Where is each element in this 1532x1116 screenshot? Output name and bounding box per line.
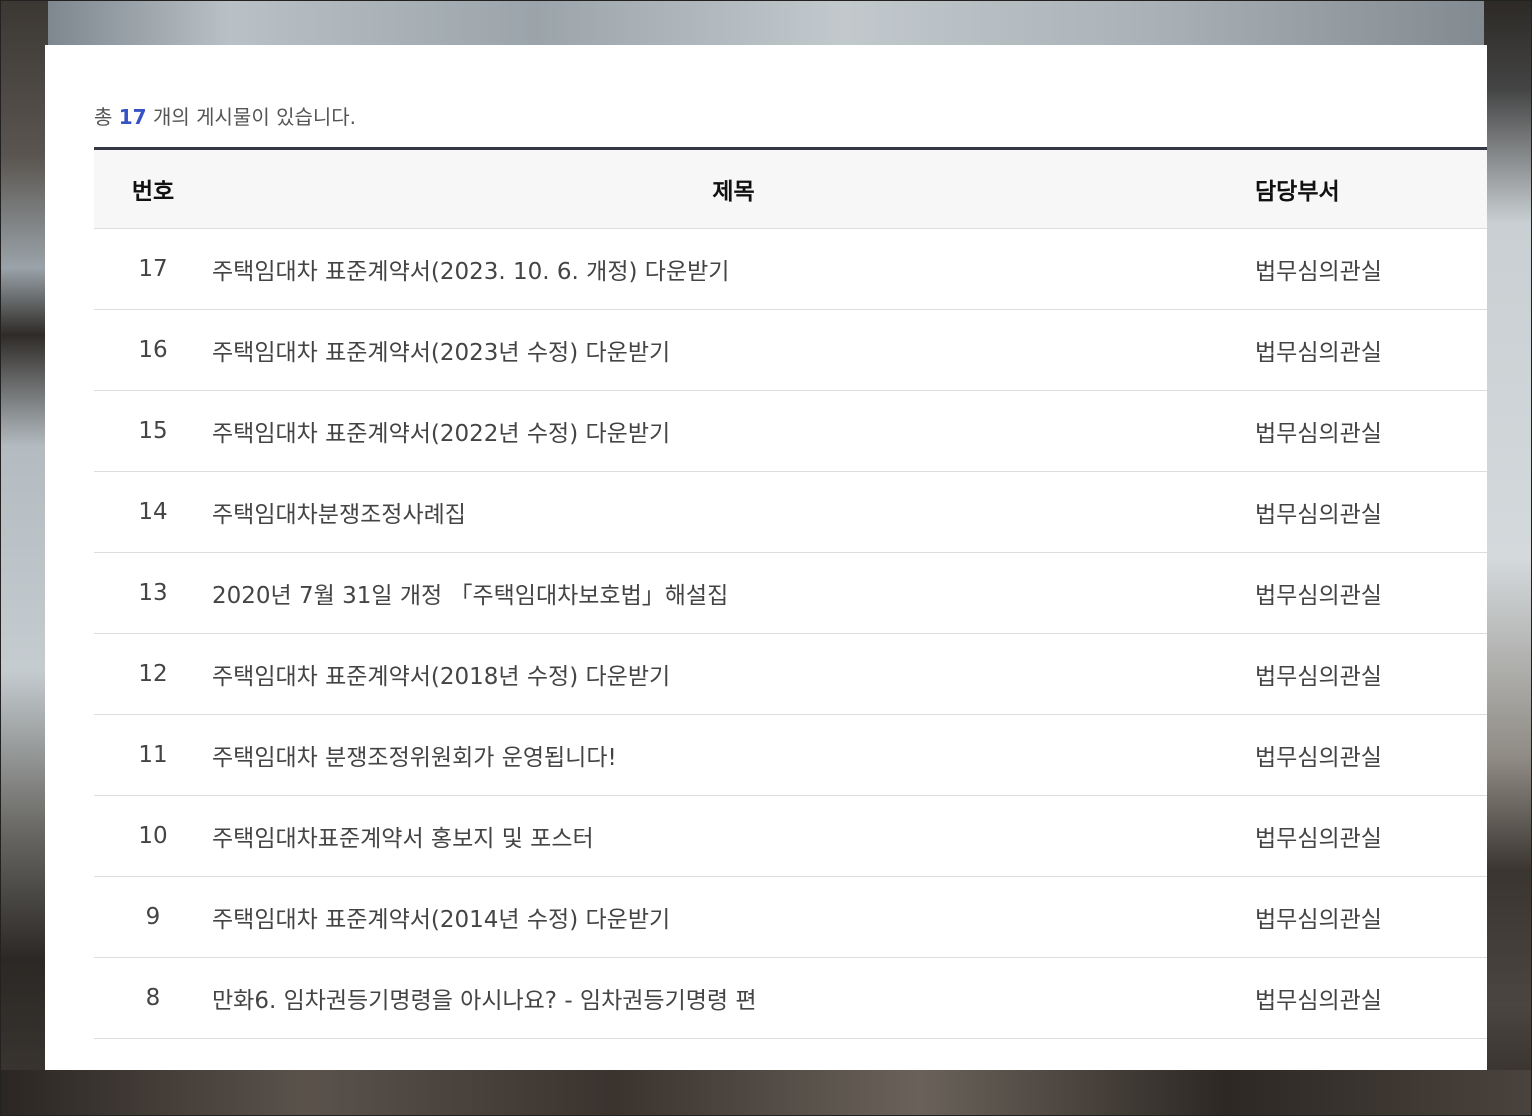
row-title-cell: 주택임대차 표준계약서(2018년 수정) 다운받기 — [212, 633, 1255, 715]
table-row[interactable]: 8 만화6. 임차권등기명령을 아시나요? - 임차권등기명령 편 법무심의관실 — [94, 957, 1487, 1039]
header-row: 번호 제목 담당부서 — [94, 147, 1487, 229]
post-title-link[interactable]: 주택임대차 분쟁조정위원회가 운영됩니다! — [212, 745, 617, 771]
table-row[interactable]: 13 2020년 7월 31일 개정 「주택임대차보호법」해설집 법무심의관실 — [94, 552, 1487, 634]
post-title-link[interactable]: 주택임대차 표준계약서(2018년 수정) 다운받기 — [212, 664, 670, 690]
row-title-cell: 주택임대차분쟁조정사례집 — [212, 471, 1255, 553]
post-title-link[interactable]: 주택임대차표준계약서 홍보지 및 포스터 — [212, 826, 594, 852]
row-number: 16 — [94, 309, 212, 391]
row-title-cell: 주택임대차 표준계약서(2023. 10. 6. 개정) 다운받기 — [212, 228, 1255, 310]
row-title-cell: 만화6. 임차권등기명령을 아시나요? - 임차권등기명령 편 — [212, 957, 1255, 1039]
row-department: 법무심의관실 — [1255, 309, 1487, 391]
row-number: 12 — [94, 633, 212, 715]
board-table-body: 17 주택임대차 표준계약서(2023. 10. 6. 개정) 다운받기법무심의관… — [94, 228, 1487, 1039]
row-title-cell: 주택임대차 표준계약서(2022년 수정) 다운받기 — [212, 390, 1255, 472]
post-title-link[interactable]: 주택임대차 표준계약서(2023년 수정) 다운받기 — [212, 340, 670, 366]
board-table-header: 번호 제목 담당부서 — [94, 147, 1487, 229]
background-photo-top — [0, 0, 1532, 46]
row-number: 15 — [94, 390, 212, 472]
post-title-link[interactable]: 만화6. 임차권등기명령을 아시나요? - 임차권등기명령 편 — [212, 988, 757, 1014]
post-title-link[interactable]: 주택임대차 표준계약서(2022년 수정) 다운받기 — [212, 421, 670, 447]
row-department: 법무심의관실 — [1255, 471, 1487, 553]
row-title-cell: 2020년 7월 31일 개정 「주택임대차보호법」해설집 — [212, 552, 1255, 634]
row-department: 법무심의관실 — [1255, 714, 1487, 796]
row-number: 11 — [94, 714, 212, 796]
table-row[interactable]: 16 주택임대차 표준계약서(2023년 수정) 다운받기 법무심의관실 — [94, 309, 1487, 391]
column-header-number: 번호 — [94, 147, 212, 229]
row-number: 8 — [94, 957, 212, 1039]
post-title-link[interactable]: 주택임대차 표준계약서(2023. 10. 6. 개정) 다운받기 — [212, 259, 729, 285]
post-count-summary: 총 17 개의 게시물이 있습니다. — [94, 101, 356, 130]
row-department: 법무심의관실 — [1255, 957, 1487, 1039]
row-title-cell: 주택임대차 분쟁조정위원회가 운영됩니다! — [212, 714, 1255, 796]
column-header-department: 담당부서 — [1255, 147, 1487, 229]
table-row[interactable]: 12 주택임대차 표준계약서(2018년 수정) 다운받기 법무심의관실 — [94, 633, 1487, 715]
row-department: 법무심의관실 — [1255, 876, 1487, 958]
table-row[interactable]: 15 주택임대차 표준계약서(2022년 수정) 다운받기 법무심의관실 — [94, 390, 1487, 472]
post-count: 17 — [118, 105, 147, 129]
row-title-cell: 주택임대차표준계약서 홍보지 및 포스터 — [212, 795, 1255, 877]
board-table: 번호 제목 담당부서 17 주택임대차 표준계약서(2023. 10. 6. 개정… — [94, 147, 1487, 1039]
row-department: 법무심의관실 — [1255, 795, 1487, 877]
table-row[interactable]: 10 주택임대차표준계약서 홍보지 및 포스터 법무심의관실 — [94, 795, 1487, 877]
row-title-cell: 주택임대차 표준계약서(2023년 수정) 다운받기 — [212, 309, 1255, 391]
background-photo-right — [1484, 0, 1532, 1116]
post-title-link[interactable]: 주택임대차 표준계약서(2014년 수정) 다운받기 — [212, 907, 670, 933]
column-header-title: 제목 — [212, 147, 1255, 229]
post-title-link[interactable]: 주택임대차분쟁조정사례집 — [212, 502, 466, 528]
background-photo-left — [0, 0, 48, 1116]
row-department: 법무심의관실 — [1255, 390, 1487, 472]
row-title-cell: 주택임대차 표준계약서(2014년 수정) 다운받기 — [212, 876, 1255, 958]
row-number: 9 — [94, 876, 212, 958]
row-department: 법무심의관실 — [1255, 633, 1487, 715]
table-row[interactable]: 9 주택임대차 표준계약서(2014년 수정) 다운받기 법무심의관실 — [94, 876, 1487, 958]
background-photo-bottom — [0, 1070, 1532, 1116]
post-title-link[interactable]: 2020년 7월 31일 개정 「주택임대차보호법」해설집 — [212, 583, 728, 609]
row-number: 14 — [94, 471, 212, 553]
summary-prefix: 총 — [94, 105, 113, 129]
row-number: 13 — [94, 552, 212, 634]
row-department: 법무심의관실 — [1255, 552, 1487, 634]
table-row[interactable]: 11 주택임대차 분쟁조정위원회가 운영됩니다! 법무심의관실 — [94, 714, 1487, 796]
table-row[interactable]: 17 주택임대차 표준계약서(2023. 10. 6. 개정) 다운받기 법무심의관… — [94, 228, 1487, 310]
table-row[interactable]: 14 주택임대차분쟁조정사례집 법무심의관실 — [94, 471, 1487, 553]
row-number: 17 — [94, 228, 212, 310]
board-panel: 총 17 개의 게시물이 있습니다. 번호 제목 담당부서 17 주택임대차 표준… — [45, 45, 1487, 1070]
row-department: 법무심의관실 — [1255, 228, 1487, 310]
summary-suffix: 개의 게시물이 있습니다. — [152, 105, 357, 129]
row-number: 10 — [94, 795, 212, 877]
